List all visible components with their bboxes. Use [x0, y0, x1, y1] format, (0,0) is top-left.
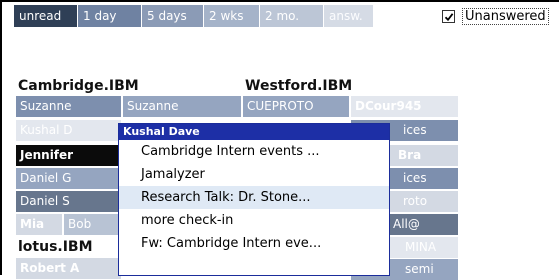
person-cell[interactable]: Daniel G [16, 168, 121, 189]
person-cell-selected[interactable]: Kushal D [16, 120, 121, 141]
tab-answered[interactable]: answ. [324, 5, 374, 27]
time-filter-tabs: unread 1 day 5 days 2 wks 2 mo. answ. [14, 5, 374, 27]
person-cell[interactable]: Jennifer [16, 145, 121, 166]
menu-item-highlighted[interactable]: Research Talk: Dr. Stone... [119, 186, 389, 209]
unanswered-filter[interactable]: Unanswered [442, 8, 549, 25]
unanswered-checkbox[interactable] [442, 10, 455, 23]
person-cell[interactable]: Robert A [16, 258, 121, 279]
checkmark-icon [444, 12, 453, 21]
tab-1-day[interactable]: 1 day [78, 5, 142, 27]
person-context-menu: Kushal Dave Cambridge Intern events ... … [118, 123, 390, 276]
menu-item[interactable]: Jamalyzer [119, 163, 389, 186]
person-cell[interactable]: DCour945 [351, 96, 458, 117]
app-frame: unread 1 day 5 days 2 wks 2 mo. answ. Un… [0, 0, 559, 280]
frame-border-top [0, 0, 559, 2]
tab-2-weeks[interactable]: 2 wks [204, 5, 260, 27]
person-cell[interactable]: Suzanne [123, 96, 241, 117]
menu-title: Kushal Dave [119, 124, 389, 140]
unanswered-label: Unanswered [462, 8, 549, 25]
person-cell[interactable]: Bob [64, 214, 121, 235]
person-cell[interactable]: Daniel S [16, 191, 121, 212]
site-title-lotus: lotus.IBM [18, 239, 93, 255]
frame-border-left [0, 0, 2, 275]
tab-2-months[interactable]: 2 mo. [260, 5, 324, 27]
site-title-cambridge: Cambridge.IBM [18, 78, 139, 94]
menu-item[interactable]: Fw: Cambridge Intern eve... [119, 232, 389, 255]
tab-5-days[interactable]: 5 days [142, 5, 204, 27]
person-cell[interactable]: Suzanne [16, 96, 121, 117]
menu-item[interactable]: Cambridge Intern events ... [119, 140, 389, 163]
tab-unread[interactable]: unread [14, 5, 78, 27]
person-cell[interactable]: Mia [16, 214, 62, 235]
person-cell[interactable]: CUEPROTO [243, 96, 349, 117]
menu-item[interactable]: more check-in [119, 209, 389, 232]
site-title-westford: Westford.IBM [245, 78, 353, 94]
